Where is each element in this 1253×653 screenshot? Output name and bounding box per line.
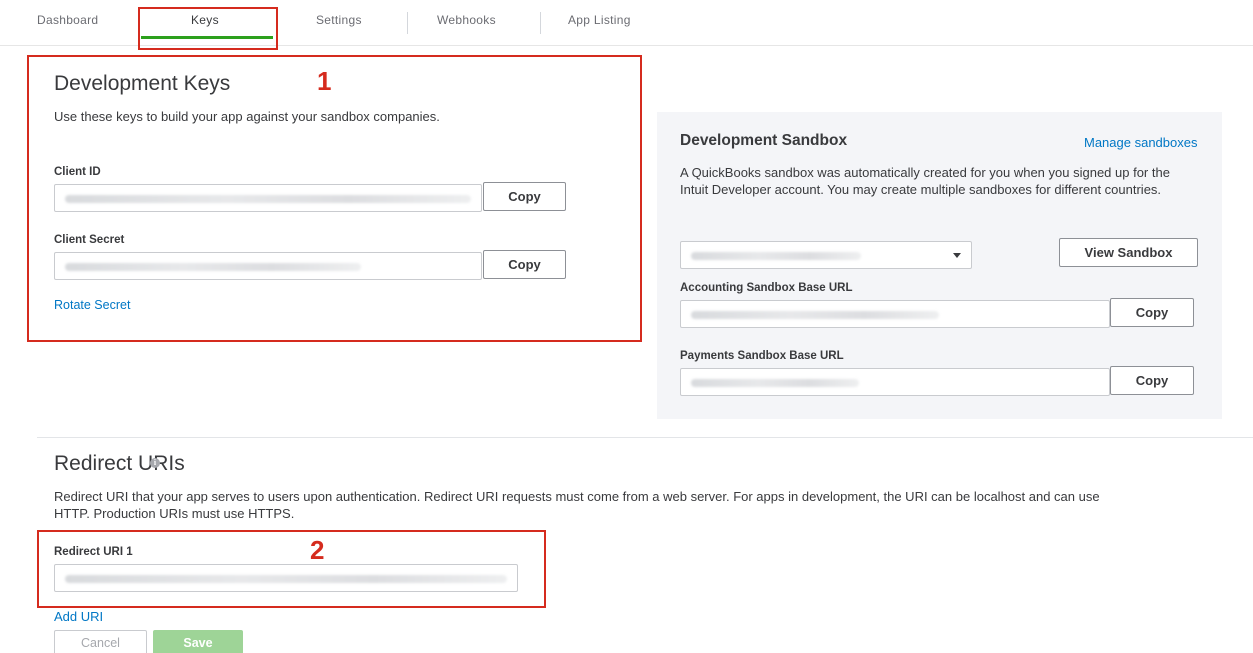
client-secret-label: Client Secret xyxy=(54,234,125,246)
annotation-marker-2: 2 xyxy=(310,535,325,565)
redirect-uris-description: Redirect URI that your app serves to use… xyxy=(54,489,1100,521)
tab-webhooks[interactable]: Webhooks xyxy=(437,13,496,27)
redirect-uri-1-field[interactable] xyxy=(54,564,518,592)
tab-divider xyxy=(540,12,541,34)
accounting-url-field[interactable] xyxy=(680,300,1110,328)
copy-accounting-url-button[interactable]: Copy xyxy=(1110,298,1194,327)
add-uri-link[interactable]: Add URI xyxy=(54,609,103,624)
tab-divider xyxy=(407,12,408,34)
info-icon[interactable]: i xyxy=(150,458,160,468)
sandbox-description: A QuickBooks sandbox was automatically c… xyxy=(680,165,1170,197)
annotation-marker-1: 1 xyxy=(317,66,332,96)
copy-payments-url-button[interactable]: Copy xyxy=(1110,366,1194,395)
payments-url-field[interactable] xyxy=(680,368,1110,396)
sandbox-select[interactable] xyxy=(680,241,972,269)
dev-keys-description: Use these keys to build your app against… xyxy=(54,109,440,124)
keys-tab-highlight xyxy=(138,7,278,50)
client-id-field[interactable] xyxy=(54,184,482,212)
copy-client-id-button[interactable]: Copy xyxy=(483,182,566,211)
payments-url-label: Payments Sandbox Base URL xyxy=(680,350,844,362)
redirect-uris-title: Redirect URIs xyxy=(54,452,185,475)
accounting-url-label: Accounting Sandbox Base URL xyxy=(680,282,853,294)
copy-client-secret-button[interactable]: Copy xyxy=(483,250,566,279)
client-id-label: Client ID xyxy=(54,166,101,178)
rotate-secret-link[interactable]: Rotate Secret xyxy=(54,298,130,312)
save-button[interactable]: Save xyxy=(153,630,243,653)
section-divider xyxy=(37,437,1253,438)
manage-sandboxes-link[interactable]: Manage sandboxes xyxy=(1084,135,1197,150)
sandbox-title: Development Sandbox xyxy=(680,132,848,149)
dev-keys-title: Development Keys xyxy=(54,72,231,95)
view-sandbox-button[interactable]: View Sandbox xyxy=(1059,238,1198,267)
tab-settings[interactable]: Settings xyxy=(316,13,362,27)
tab-app-listing[interactable]: App Listing xyxy=(568,13,631,27)
redirect-uri-1-label: Redirect URI 1 xyxy=(54,546,133,558)
tab-dashboard[interactable]: Dashboard xyxy=(37,13,98,27)
cancel-button[interactable]: Cancel xyxy=(54,630,147,653)
client-secret-field[interactable] xyxy=(54,252,482,280)
chevron-down-icon xyxy=(953,253,961,258)
